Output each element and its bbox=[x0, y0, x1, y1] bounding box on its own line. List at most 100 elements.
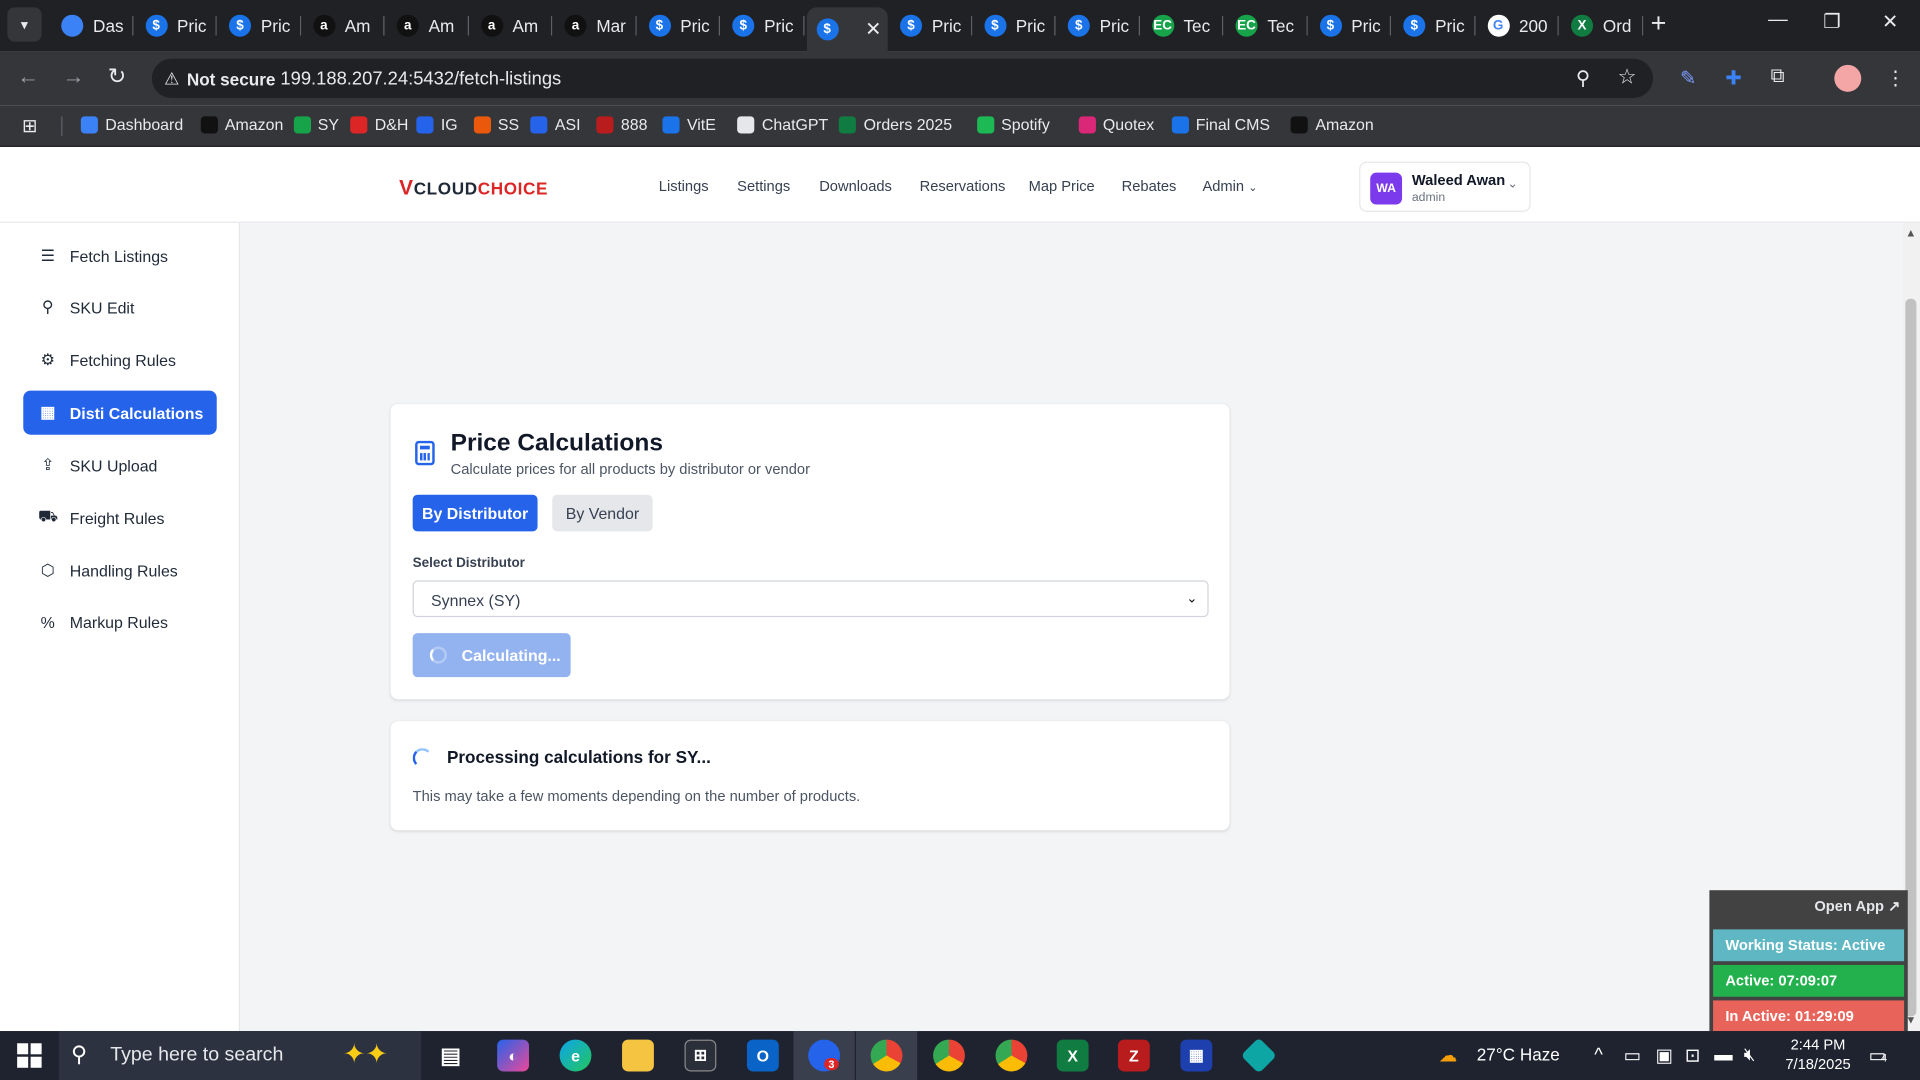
browser-tab[interactable]: $ Pric bbox=[974, 7, 1056, 44]
browser-tab[interactable]: $ Pric bbox=[1310, 7, 1392, 44]
bookmark-item[interactable]: Quotex bbox=[1078, 115, 1154, 133]
browser-tab[interactable]: $ Pric bbox=[722, 7, 804, 44]
extension-puzzle-blue-icon[interactable]: ✚ bbox=[1725, 66, 1741, 90]
bookmark-star-icon[interactable]: ☆ bbox=[1618, 65, 1637, 89]
zoom-icon[interactable]: ⚲ bbox=[1576, 66, 1590, 90]
browser-tab[interactable]: $ Pric bbox=[1393, 7, 1475, 44]
browser-tab[interactable]: $ Pric bbox=[135, 7, 217, 44]
microsoft-store-icon[interactable]: ⊞ bbox=[684, 1039, 717, 1072]
filezilla-icon[interactable]: Z bbox=[1117, 1039, 1150, 1072]
security-indicator[interactable]: ⚠ Not secure bbox=[164, 69, 275, 90]
sidebar-item-disti-calculations[interactable]: ▦ Disti Calculations bbox=[23, 390, 217, 435]
browser-tab[interactable]: $ Pric bbox=[1058, 7, 1140, 44]
volume-muted-icon[interactable]: 🔇︎ bbox=[1744, 1044, 1756, 1065]
chrome-icon[interactable] bbox=[933, 1039, 965, 1072]
bookmark-item[interactable]: SY bbox=[293, 115, 339, 133]
address-bar[interactable]: ⚠ Not secure 199.188.207.24:5432/fetch-li… bbox=[151, 58, 1654, 98]
notification-icon[interactable]: ▭4 bbox=[1869, 1044, 1888, 1067]
tray-camera-icon[interactable]: ⊡ bbox=[1685, 1044, 1700, 1067]
meet-app-icon[interactable]: 3 bbox=[808, 1039, 841, 1072]
bookmark-item[interactable]: 888 bbox=[596, 115, 648, 133]
file-explorer-icon[interactable] bbox=[622, 1039, 654, 1072]
tray-monitor-icon[interactable]: ▭ bbox=[1624, 1044, 1641, 1067]
extensions-icon[interactable]: ⧉ bbox=[1771, 66, 1785, 88]
extension-feather-icon[interactable]: ✎ bbox=[1680, 66, 1696, 90]
bookmark-item[interactable]: ASI bbox=[530, 115, 581, 133]
browser-tab[interactable]: a Mar bbox=[555, 7, 637, 44]
task-view-icon[interactable]: ▤ bbox=[435, 1040, 467, 1072]
apps-grid-icon[interactable]: ⊞ bbox=[22, 115, 37, 137]
nav-settings[interactable]: Settings bbox=[737, 178, 790, 195]
browser-tab[interactable]: EC Tec bbox=[1142, 7, 1224, 44]
windows-start-icon[interactable] bbox=[17, 1043, 42, 1068]
bookmark-item[interactable]: Orders 2025 bbox=[839, 115, 952, 133]
sidebar-item-sku-upload[interactable]: ⇪ SKU Upload bbox=[23, 443, 216, 487]
sidebar-item-fetching-rules[interactable]: ⚙ Fetching Rules bbox=[23, 338, 216, 382]
sidebar-item-fetch-listings[interactable]: ☰ Fetch Listings bbox=[23, 234, 216, 278]
minimize-button[interactable]: — bbox=[1768, 10, 1788, 32]
weather-icon[interactable]: ☁ bbox=[1439, 1044, 1457, 1067]
tab-by-distributor[interactable]: By Distributor bbox=[412, 494, 538, 532]
vcloudchoice-logo[interactable]: VCLOUDCHOICE bbox=[399, 176, 548, 200]
close-window-button[interactable]: ✕ bbox=[1882, 10, 1898, 34]
bookmark-item[interactable]: Dashboard bbox=[80, 115, 183, 133]
nav-listings[interactable]: Listings bbox=[659, 178, 709, 195]
tray-chevron-up-icon[interactable]: ^ bbox=[1594, 1044, 1603, 1065]
distributor-select[interactable]: Synnex (SY) ⌄ bbox=[412, 580, 1209, 618]
bookmark-item[interactable]: ChatGPT bbox=[737, 115, 828, 133]
restore-button[interactable]: ❐ bbox=[1823, 10, 1841, 34]
reload-button[interactable]: ↻ bbox=[108, 64, 126, 90]
bookmark-item[interactable]: Amazon bbox=[200, 115, 283, 133]
taskbar-search-input[interactable]: ⚲ Type here to search ✦✦ bbox=[58, 1031, 422, 1080]
profile-avatar[interactable] bbox=[1834, 64, 1862, 92]
tray-meet-icon[interactable]: ▣ bbox=[1656, 1044, 1673, 1067]
user-menu[interactable]: WA Waleed Awan admin ⌄ bbox=[1359, 161, 1531, 212]
open-app-link[interactable]: Open App ↗ bbox=[1814, 898, 1900, 915]
back-button[interactable]: ← bbox=[17, 64, 39, 90]
battery-icon[interactable]: ▬ bbox=[1714, 1044, 1732, 1065]
bookmark-item[interactable]: Spotify bbox=[976, 115, 1050, 133]
browser-tab[interactable]: a Am bbox=[471, 7, 553, 44]
copilot-icon[interactable]: ◐ bbox=[497, 1039, 529, 1072]
browser-tab[interactable]: $ Pric bbox=[890, 7, 972, 44]
chrome-icon[interactable] bbox=[870, 1039, 903, 1072]
browser-tab[interactable]: $ Pric bbox=[639, 7, 721, 44]
bookmark-item[interactable]: SS bbox=[473, 115, 519, 133]
nav-admin[interactable]: Admin ⌄ bbox=[1202, 178, 1257, 195]
close-tab-icon[interactable]: ✕ bbox=[865, 17, 881, 41]
browser-menu-icon[interactable]: ⋮ bbox=[1886, 66, 1906, 90]
tab-by-vendor[interactable]: By Vendor bbox=[552, 494, 653, 532]
browser-tab[interactable]: a Am bbox=[303, 7, 385, 44]
bookmark-item[interactable]: VitE bbox=[662, 115, 716, 133]
clock[interactable]: 2:44 PM 7/18/2025 bbox=[1785, 1035, 1850, 1074]
nav-rebates[interactable]: Rebates bbox=[1122, 178, 1177, 195]
calculate-button[interactable]: Calculating... bbox=[412, 633, 571, 678]
weather-text[interactable]: 27°C Haze bbox=[1477, 1044, 1560, 1064]
new-tab-button[interactable]: + bbox=[1651, 9, 1667, 37]
forward-button[interactable]: → bbox=[62, 64, 84, 90]
browser-tab[interactable]: $ ✕ bbox=[806, 7, 888, 52]
sidebar-item-sku-edit[interactable]: ⚲ SKU Edit bbox=[23, 285, 216, 329]
browser-tab[interactable]: a Am bbox=[387, 7, 469, 44]
nav-downloads[interactable]: Downloads bbox=[819, 178, 892, 195]
browser-tab[interactable]: EC Tec bbox=[1226, 7, 1308, 44]
bookmark-item[interactable]: Amazon bbox=[1290, 115, 1374, 133]
excel-icon[interactable]: X bbox=[1056, 1039, 1089, 1072]
chrome-icon[interactable] bbox=[995, 1039, 1028, 1072]
bookmark-item[interactable]: IG bbox=[416, 115, 458, 133]
nav-reservations[interactable]: Reservations bbox=[920, 178, 1006, 195]
edge-icon[interactable]: e bbox=[559, 1039, 592, 1072]
app-diamond-icon[interactable] bbox=[1240, 1037, 1277, 1074]
browser-tab[interactable]: Das bbox=[51, 7, 133, 44]
bookmark-item[interactable]: D&H bbox=[350, 115, 408, 133]
sidebar-item-handling-rules[interactable]: ⬡ Handling Rules bbox=[23, 549, 216, 593]
bookmark-item[interactable]: Final CMS bbox=[1171, 115, 1270, 133]
sidebar-item-freight-rules[interactable]: ⛟ Freight Rules bbox=[23, 496, 216, 540]
browser-tab[interactable]: G 200 bbox=[1477, 7, 1559, 44]
nav-map-price[interactable]: Map Price bbox=[1029, 178, 1095, 195]
sidebar-item-markup-rules[interactable]: % Markup Rules bbox=[23, 600, 216, 644]
outlook-icon[interactable]: O bbox=[746, 1039, 779, 1072]
browser-tab[interactable]: X Ord bbox=[1561, 7, 1643, 44]
tab-search-button[interactable]: ▾ bbox=[7, 7, 42, 42]
calculator-app-icon[interactable]: ▦ bbox=[1180, 1039, 1213, 1072]
